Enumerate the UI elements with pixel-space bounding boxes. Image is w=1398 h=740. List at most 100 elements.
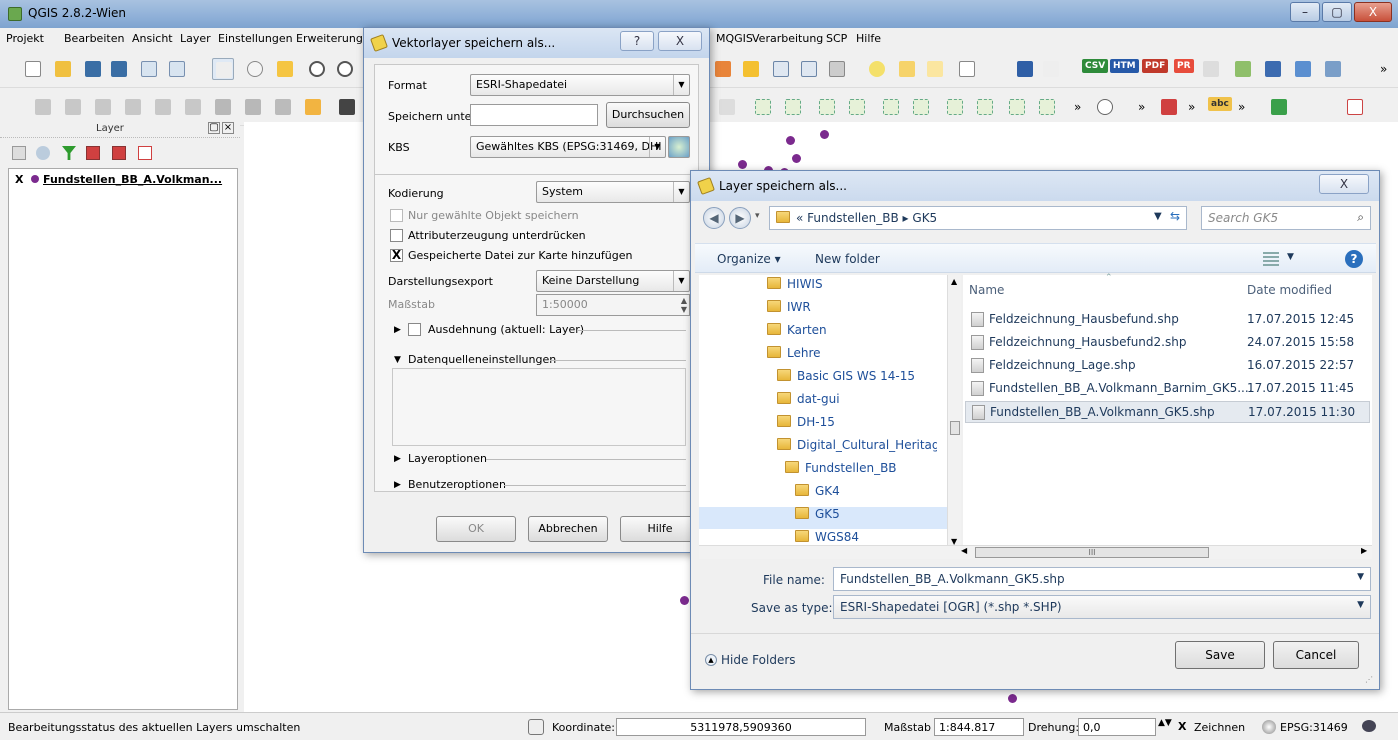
minimize-button[interactable]: – <box>1290 2 1320 22</box>
browse-button[interactable]: Durchsuchen <box>606 102 690 128</box>
digitize-7-button[interactable] <box>212 96 234 118</box>
menu-einstellungen[interactable]: Einstellungen <box>218 32 293 45</box>
zero-button[interactable] <box>1200 58 1222 80</box>
pdf-export-button[interactable]: PDF <box>1142 59 1169 73</box>
only-selected-checkbox[interactable] <box>390 209 403 222</box>
help-icon[interactable]: ? <box>1345 250 1363 268</box>
nav-folder-basic-gis[interactable]: Basic GIS WS 14-15 <box>777 369 937 391</box>
nav-folder-fundstellen[interactable]: Fundstellen_BB <box>785 461 937 483</box>
layer-options-label[interactable]: Layeroptionen <box>408 452 487 465</box>
raster-button[interactable] <box>336 96 358 118</box>
column-header-name[interactable]: Name <box>969 283 1004 297</box>
custom-options-expand-icon[interactable]: ▶ <box>394 480 401 490</box>
digitize-8-button[interactable] <box>242 96 264 118</box>
pan-button[interactable] <box>244 58 266 80</box>
pr-export-button[interactable]: PR <box>1174 59 1194 73</box>
menu-layer[interactable]: Layer <box>180 32 211 45</box>
layer-options-expand-icon[interactable]: ▶ <box>394 454 401 464</box>
recent-locations-icon[interactable]: ▾ <box>755 211 760 221</box>
file-row[interactable]: Fundstellen_BB_A.Volkmann_Barnim_GK5....… <box>965 378 1370 400</box>
label-tool-3-button[interactable] <box>816 96 838 118</box>
scroll-up-icon[interactable]: ▲ <box>951 277 957 286</box>
crosshair-button[interactable] <box>1344 96 1366 118</box>
resize-grip-icon[interactable]: ⋰ <box>1365 675 1373 684</box>
toolbar-overflow-2[interactable]: » <box>1074 100 1081 114</box>
label-tool-5-button[interactable] <box>880 96 902 118</box>
custom-options-label[interactable]: Benutzeroptionen <box>408 478 506 491</box>
chevron-up-icon[interactable]: ▲ <box>705 654 717 666</box>
extent-checkbox[interactable] <box>408 323 421 336</box>
digitize-6-button[interactable] <box>182 96 204 118</box>
touch-zoom-button[interactable] <box>212 58 234 80</box>
filter-icon[interactable] <box>62 146 76 160</box>
add-group-icon[interactable] <box>12 146 26 160</box>
new-folder-button[interactable]: New folder <box>815 252 880 266</box>
epsilon-button[interactable] <box>740 58 762 80</box>
search-input[interactable]: Search GK5 ⌕ <box>1201 206 1371 230</box>
menu-hilfe[interactable]: Hilfe <box>856 32 881 45</box>
skip-attributes-checkbox[interactable] <box>390 229 403 242</box>
nav-folder-dh-15[interactable]: DH-15 <box>777 415 937 437</box>
menu-bearbeiten[interactable]: Bearbeiten <box>64 32 124 45</box>
menu-scp[interactable]: SCP <box>826 32 847 45</box>
green-tool-button[interactable] <box>1268 96 1290 118</box>
close-button[interactable]: X <box>1354 2 1392 22</box>
scroll-right-icon[interactable]: ▶ <box>1361 546 1367 555</box>
copy-button[interactable] <box>716 96 738 118</box>
points-tool-button[interactable] <box>1292 58 1314 80</box>
file-row-selected[interactable]: Fundstellen_BB_A.Volkmann_GK5.shp 17.07.2… <box>965 401 1370 423</box>
file-dialog-close-button[interactable]: X <box>1319 174 1369 194</box>
zoom-out-button[interactable] <box>334 58 356 80</box>
nav-folder-iwr[interactable]: IWR <box>767 300 937 322</box>
new-bookmark-button[interactable] <box>896 58 918 80</box>
coordinate-toggle-icon[interactable] <box>528 719 544 735</box>
vector-scale-field[interactable]: 1:50000 ▲ ▼ <box>536 294 690 316</box>
breadcrumb-fundstellen[interactable]: Fundstellen_BB <box>807 211 899 225</box>
digitize-5-button[interactable] <box>152 96 174 118</box>
label-tool-10-button[interactable] <box>1036 96 1058 118</box>
menu-projekt[interactable]: Projekt <box>6 32 44 45</box>
column-header-date[interactable]: Date modified <box>1247 283 1332 297</box>
rotation-field[interactable]: 0,0 <box>1078 718 1156 736</box>
gps-tool-button[interactable] <box>1158 96 1180 118</box>
vertex-tool-button[interactable] <box>1232 58 1254 80</box>
maximize-button[interactable]: ▢ <box>1322 2 1352 22</box>
toolbar-overflow-5[interactable]: » <box>1238 100 1245 114</box>
nav-folder-hiwis[interactable]: HIWIS <box>767 277 937 299</box>
nav-folder-lehre[interactable]: Lehre <box>767 346 937 368</box>
circle-tool-button[interactable] <box>1094 96 1116 118</box>
save-as-input[interactable] <box>470 104 598 126</box>
hilfe-button[interactable]: Hilfe <box>620 516 700 542</box>
address-bar[interactable]: « Fundstellen_BB ▸ GK5 ▼ ⇆ <box>769 206 1187 230</box>
text-annotation-button[interactable] <box>956 58 978 80</box>
save-type-select[interactable]: ESRI-Shapedatei [OGR] (*.shp *.SHP) ▼ <box>833 595 1371 619</box>
search-icon[interactable]: ⌕ <box>1357 210 1364 225</box>
show-bookmarks-button[interactable] <box>924 58 946 80</box>
coord-field[interactable]: 5311978,5909360 <box>616 718 866 736</box>
digitize-2-button[interactable] <box>62 96 84 118</box>
attribute-table-button[interactable] <box>770 58 792 80</box>
digitize-1-button[interactable] <box>32 96 54 118</box>
add-to-map-checkbox[interactable]: X <box>390 249 403 262</box>
back-button[interactable]: ◀ <box>703 207 725 229</box>
csv-export-button[interactable]: CSV <box>1082 59 1109 73</box>
crs-combo[interactable]: Gewähltes KBS (EPSG:31469, DHI ▼ <box>470 136 666 158</box>
grid-tool-button[interactable] <box>1262 58 1284 80</box>
hscroll-thumb[interactable]: III <box>975 547 1209 558</box>
breadcrumb-gk5[interactable]: GK5 <box>912 211 937 225</box>
open-project-button[interactable] <box>52 58 74 80</box>
breadcrumb-overflow[interactable]: « <box>796 211 803 225</box>
label-tool-1-button[interactable] <box>752 96 774 118</box>
line-tool-button[interactable] <box>1322 58 1344 80</box>
scale-field[interactable]: 1:844.817 <box>934 718 1024 736</box>
new-project-button[interactable] <box>22 58 44 80</box>
crs-status[interactable]: EPSG:31469 <box>1280 721 1348 734</box>
layer-visibility-checkbox[interactable]: X <box>15 173 27 186</box>
forward-button[interactable]: ▶ <box>729 207 751 229</box>
save-project-button[interactable] <box>82 58 104 80</box>
remove-layer-icon[interactable] <box>138 146 152 160</box>
grid-button[interactable] <box>272 96 294 118</box>
crs-globe-icon[interactable] <box>1262 720 1276 734</box>
cancel-button[interactable]: Cancel <box>1273 641 1359 669</box>
field-calculator-button[interactable] <box>712 58 734 80</box>
